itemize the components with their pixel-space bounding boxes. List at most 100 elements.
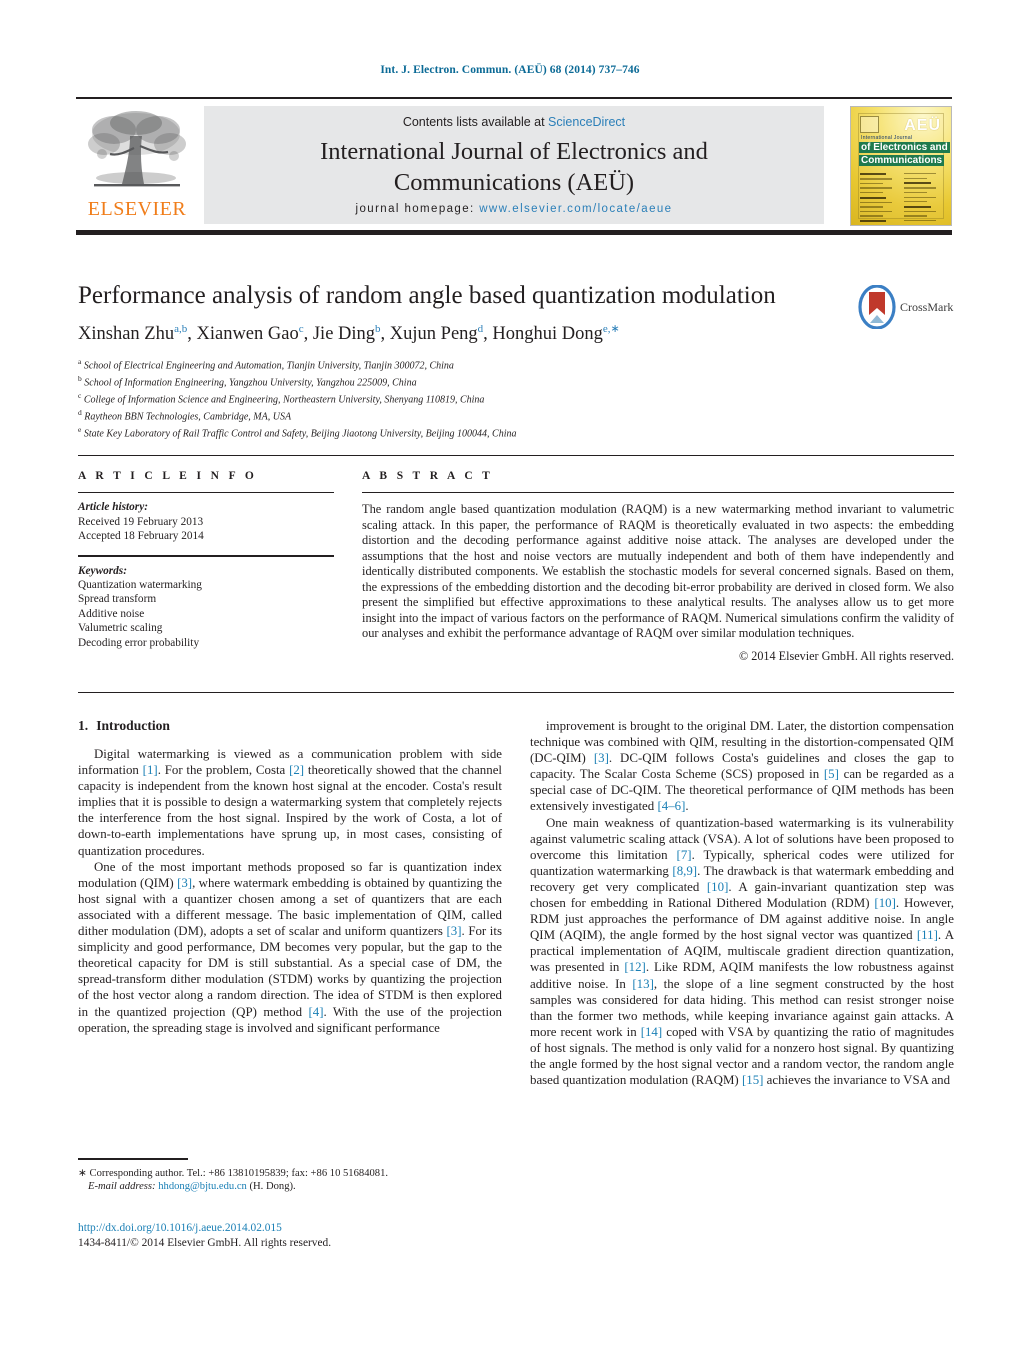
contents-line: Contents lists available at ScienceDirec…	[204, 115, 824, 129]
footnote-rule	[78, 1158, 188, 1160]
affiliation-marker: c	[78, 391, 82, 400]
corresponding-author-footnote: ∗ Corresponding author. Tel.: +86 138101…	[78, 1158, 502, 1194]
abstract-rule	[362, 492, 954, 494]
author-list: Xinshan Zhua,b, Xianwen Gaoc, Jie Dingb,…	[78, 323, 620, 345]
issn-copyright-line: 1434-8411/© 2014 Elsevier GmbH. All righ…	[78, 1236, 332, 1249]
doi-link[interactable]: http://dx.doi.org/10.1016/j.aeue.2014.02…	[78, 1221, 502, 1236]
citation-ref[interactable]: [11]	[917, 928, 938, 942]
citation-ref[interactable]: [14]	[641, 1025, 662, 1039]
affiliation-marker: b	[78, 374, 82, 384]
affiliation-item: a School of Electrical Engineering and A…	[78, 357, 454, 372]
footnote-email-owner: (H. Dong).	[249, 1181, 296, 1193]
citation-ref[interactable]: [3]	[446, 924, 461, 938]
journal-cover-thumbnail: AEÜ International Journal of Electronics…	[850, 106, 952, 226]
abstract-column: A B S T R A C T The random angle based q…	[362, 470, 954, 664]
intro-paragraph-1: Digital watermarking is viewed as a comm…	[78, 747, 502, 858]
citation-ref[interactable]: [1]	[143, 763, 158, 777]
author-affiliation-marker: b	[375, 323, 381, 335]
citation-ref[interactable]: [10]	[874, 896, 895, 910]
contents-prefix: Contents lists available at	[402, 115, 549, 129]
intro-paragraph-2: One of the most important methods propos…	[78, 859, 502, 1035]
sciencedirect-link[interactable]: ScienceDirect	[548, 115, 625, 129]
cover-green-line1: of Electronics and	[859, 142, 950, 153]
section-title: Introduction	[96, 718, 170, 733]
citation-ref[interactable]: [8,9]	[672, 864, 697, 878]
keyword-item: Quantization watermarking	[78, 579, 202, 591]
info-abstract-top-rule	[78, 455, 954, 457]
author-affiliation-marker: a,b	[174, 323, 188, 335]
keyword-item: Additive noise	[78, 607, 145, 620]
cover-toc-col-right	[904, 173, 942, 225]
citation-ref[interactable]: [3]	[594, 751, 609, 765]
affiliation-item: d Raytheon BBN Technologies, Cambridge, …	[78, 407, 292, 423]
author-name: Xianwen Gao	[196, 324, 299, 345]
citation-ref[interactable]: [4]	[308, 1005, 323, 1019]
affiliation-item: c College of Information Science and Eng…	[78, 391, 485, 406]
journal-title-line2: Communications (AEÜ)	[393, 169, 635, 196]
doi-block: http://dx.doi.org/10.1016/j.aeue.2014.02…	[78, 1221, 502, 1250]
crossmark-label: CrossMark	[900, 300, 954, 314]
masthead-band: Contents lists available at ScienceDirec…	[204, 106, 824, 224]
citation-ref[interactable]: [15]	[742, 1073, 763, 1087]
paper-page: Int. J. Electron. Commun. (AEÜ) 68 (2014…	[0, 0, 1020, 1351]
citation-ref[interactable]: [7]	[677, 848, 692, 862]
footnote-corresponding: Corresponding author. Tel.: +86 13810195…	[89, 1167, 389, 1179]
footnote-marker: ∗	[78, 1167, 87, 1179]
footnote-email-label: E-mail address:	[88, 1181, 156, 1193]
elsevier-logo: ELSEVIER	[78, 106, 196, 224]
masthead-bottom-rule	[76, 230, 952, 235]
keyword-item: Valumetric scaling	[78, 622, 163, 635]
section-number: 1.	[78, 718, 89, 733]
citation-ref[interactable]: [12]	[624, 960, 645, 974]
article-info-heading: A R T I C L E I N F O	[78, 470, 258, 482]
homepage-url-link[interactable]: www.elsevier.com/locate/aeue	[479, 203, 672, 215]
intro-paragraph-3: improvement is brought to the original D…	[530, 719, 954, 814]
homepage-label: journal homepage:	[355, 203, 475, 215]
journal-title: International Journal of Electronics and…	[204, 136, 824, 198]
section-heading-introduction: 1. Introduction	[78, 718, 502, 734]
citation-ref[interactable]: [3]	[177, 876, 192, 890]
affiliation-item: b School of Information Engineering, Yan…	[78, 374, 417, 389]
article-info-rule	[78, 492, 334, 494]
intro-paragraph-4: One main weakness of quantization-based …	[530, 815, 955, 1088]
cover-toc-lines	[860, 173, 942, 225]
abstract-bottom-rule	[78, 692, 954, 694]
article-history-accepted: Accepted 18 February 2014	[78, 530, 204, 542]
journal-masthead: ELSEVIER Contents lists available at Sci…	[76, 97, 952, 235]
cover-subtitle: International Journal	[861, 135, 913, 141]
citation-ref[interactable]: [10]	[707, 880, 728, 894]
footnote-email-link[interactable]: hhdong@bjtu.edu.cn	[158, 1181, 247, 1192]
crossmark-badge[interactable]: CrossMark	[858, 285, 954, 331]
affiliation-marker: e	[78, 424, 82, 434]
keyword-item: Spread transform	[78, 593, 157, 606]
cover-publisher-mark	[860, 116, 879, 133]
author-name: Honghui Dong	[492, 324, 603, 345]
elsevier-tree-icon	[88, 111, 186, 187]
affiliation-list: a School of Electrical Engineering and A…	[78, 356, 954, 441]
article-history-group: Article history: Received 19 February 20…	[78, 500, 334, 543]
author-name: Xinshan Zhu	[78, 324, 175, 345]
article-history-received: Received 19 February 2013	[78, 515, 204, 528]
article-info-separator	[78, 555, 334, 557]
author-name: Xujun Peng	[389, 324, 478, 345]
affiliation-marker: a	[78, 357, 82, 367]
article-info-column: A R T I C L E I N F O Article history: R…	[78, 470, 334, 650]
abstract-copyright: © 2014 Elsevier GmbH. All rights reserve…	[738, 648, 954, 663]
cover-toc-col-left	[860, 173, 898, 222]
abstract-heading: A B S T R A C T	[362, 470, 494, 482]
citation-ref[interactable]: [2]	[289, 763, 304, 777]
citation-ref[interactable]: [13]	[632, 977, 653, 991]
keywords-group: Keywords: Quantization watermarking Spre…	[78, 564, 334, 650]
journal-title-line1: International Journal of Electronics and	[320, 138, 708, 165]
cover-aeu-badge: AEÜ	[904, 117, 941, 134]
author-affiliation-marker: d	[477, 323, 484, 335]
author-affiliation-marker: e,∗	[602, 323, 620, 335]
masthead-top-rule	[76, 97, 952, 99]
citation-ref[interactable]: [5]	[824, 767, 839, 781]
body-column-right: improvement is brought to the original D…	[530, 718, 954, 1088]
crossmark-icon	[858, 285, 896, 329]
citation-ref[interactable]: [4–6]	[657, 799, 685, 813]
affiliation-item: e State Key Laboratory of Rail Traffic C…	[78, 424, 517, 440]
elsevier-wordmark: ELSEVIER	[87, 198, 187, 220]
cover-green-line2: Communications	[859, 155, 945, 166]
